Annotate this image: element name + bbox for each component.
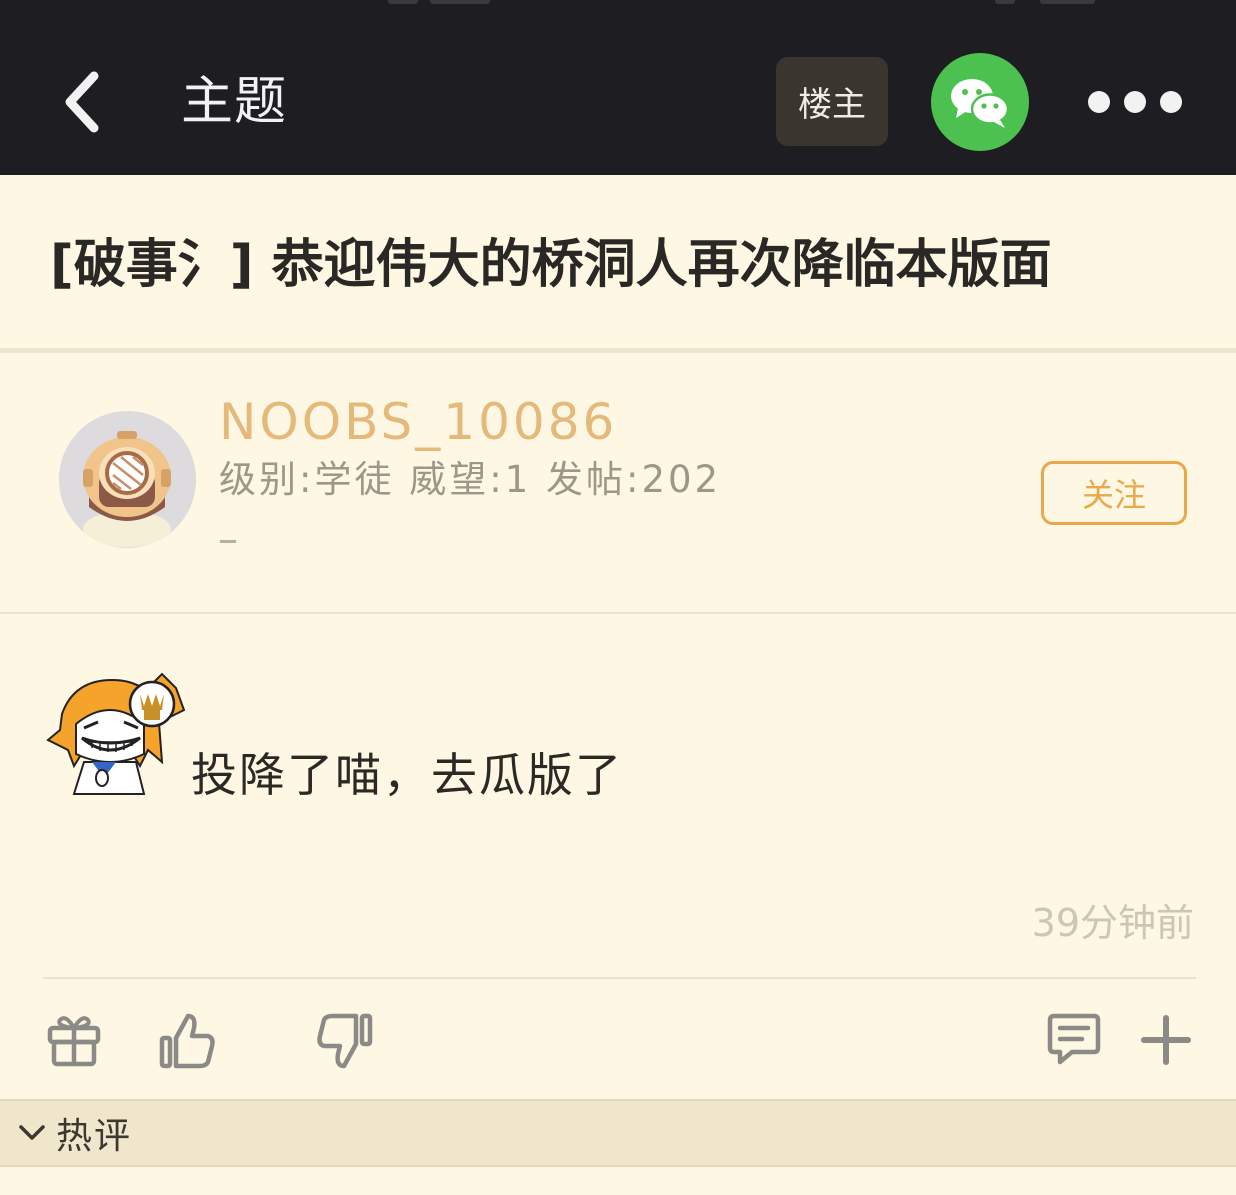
- gift-button[interactable]: [44, 1008, 104, 1072]
- page-title: 主题: [181, 72, 288, 132]
- divider: [0, 612, 1236, 614]
- comment-button[interactable]: [1046, 1008, 1102, 1072]
- dislike-button[interactable]: [314, 1008, 376, 1072]
- like-button[interactable]: [158, 1008, 218, 1072]
- sticker-image: [44, 666, 192, 800]
- status-bar-fragment: [995, 0, 1015, 4]
- hot-comments-label: 热评: [56, 1116, 133, 1157]
- wechat-share-button[interactable]: [931, 53, 1029, 151]
- post-timestamp: 39分钟前: [1031, 901, 1194, 945]
- gift-icon: [47, 1016, 101, 1067]
- thumbs-down-icon: [317, 1013, 373, 1069]
- author-stats: 级别:学徒 威望:1 发帖:202: [219, 458, 722, 501]
- smiling-girl-sticker-icon: [46, 672, 186, 795]
- author-name[interactable]: NOOBS_10086: [219, 394, 617, 450]
- back-button[interactable]: [52, 64, 112, 140]
- add-button[interactable]: [1140, 1008, 1192, 1072]
- more-icon-dot: [1124, 91, 1146, 113]
- hot-comments-toggle[interactable]: 热评: [0, 1099, 1236, 1167]
- follow-button[interactable]: 关注: [1041, 461, 1187, 525]
- status-bar-fragment: [1040, 0, 1095, 4]
- post-content: 投降了喵，去瓜版了: [191, 748, 623, 802]
- more-icon: [1088, 91, 1110, 113]
- more-button[interactable]: [1080, 80, 1190, 124]
- wechat-icon: [951, 79, 1010, 128]
- thumbs-up-icon: [159, 1013, 215, 1069]
- divider: [43, 977, 1196, 979]
- more-icon-dot: [1160, 91, 1182, 113]
- comment-icon: [1047, 1013, 1101, 1065]
- thread-title: [破事氵] 恭迎伟大的桥洞人再次降临本版面: [50, 235, 1052, 295]
- poster-only-button[interactable]: 楼主: [776, 57, 888, 146]
- plus-icon: [1141, 1015, 1191, 1065]
- chevron-down-icon: [19, 1125, 45, 1140]
- author-signature-placeholder: [220, 540, 236, 543]
- chevron-left-icon: [65, 71, 99, 133]
- top-bar: 主题 楼主: [0, 0, 1236, 175]
- status-bar-fragment: [388, 0, 418, 4]
- thread-page: 主题 楼主 [破事氵] 恭迎伟大的桥洞人再次降临本版面 NOOBS_10086 …: [0, 0, 1236, 1195]
- avatar[interactable]: [59, 411, 196, 548]
- divider: [0, 348, 1236, 353]
- status-bar-fragment: [430, 0, 490, 4]
- diving-helmet-avatar-icon: [59, 411, 196, 548]
